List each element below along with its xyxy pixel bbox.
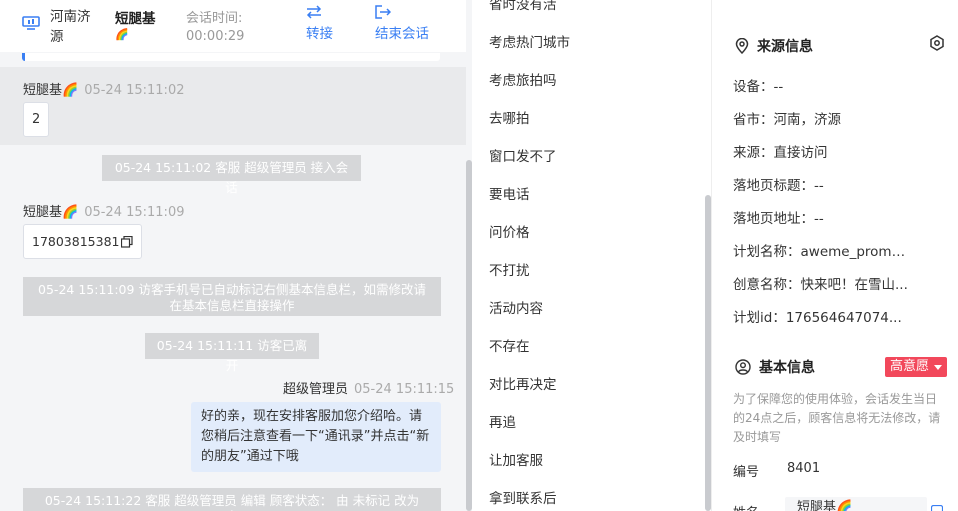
- message-time: 05-24 15:11:15: [354, 382, 455, 397]
- visitor-emoji: 🌈: [115, 28, 129, 41]
- transfer-icon: [306, 5, 322, 19]
- id-value: 8401: [787, 461, 821, 476]
- quick-reply-item[interactable]: 让加客服: [489, 449, 543, 469]
- info-landing-title: 落地页标题：--: [733, 178, 824, 194]
- quick-reply-item[interactable]: 再追: [489, 411, 516, 431]
- location-pin-icon: [735, 38, 749, 54]
- system-message: 05-24 15:11:09 访客手机号已自动标记右侧基本信息栏，如需修改请在基…: [23, 277, 441, 316]
- end-session-label: 结束会话: [375, 26, 429, 42]
- session-time-label: 会话时间:: [186, 11, 243, 26]
- info-origin: 来源：直接访问: [733, 145, 828, 161]
- info-creative-name: 创意名称：快来吧！在雪山...: [733, 277, 908, 293]
- message-sender: 短腿基🌈: [23, 83, 79, 98]
- transfer-label: 转接: [306, 26, 333, 42]
- system-message: 05-24 15:11:02 客服 超级管理员 接入会话: [102, 155, 361, 195]
- settings-hex-icon[interactable]: [929, 35, 945, 51]
- message-sender: 超级管理员: [283, 382, 349, 397]
- caret-down-icon: [934, 365, 942, 370]
- system-message: 05-24 15:11:11 访客已离开: [145, 333, 319, 373]
- quick-reply-panel: 省时没有活 考虑热门城市 考虑旅拍吗 去哪拍 窗口发不了 要电话 问价格 不打扰…: [472, 0, 712, 511]
- edit-notice: 为了保障您的使用体验，会话发生当日的24点之后，顾客信息将无法修改，请及时填写: [733, 392, 941, 444]
- visitor-name: 短腿基 🌈: [115, 10, 156, 42]
- logout-icon: [375, 5, 391, 19]
- message-time: 05-24 15:11:09: [84, 205, 185, 220]
- monitor-icon: [22, 16, 40, 30]
- quick-reply-item[interactable]: 拿到联系后: [489, 487, 557, 507]
- visitor-message-bubble: 2: [23, 102, 50, 137]
- transfer-button[interactable]: 转接: [306, 5, 333, 42]
- customer-info-panel: 来源信息 设备：-- 省市：河南，济源 来源：直接访问 落地页标题：-- 落地页…: [712, 0, 958, 511]
- message-text: 好的亲，现在安排客服加您介绍哈。请您稍后注意查看一下“通讯录”并点击“新的朋友”…: [201, 409, 430, 464]
- message-sender: 短腿基🌈: [23, 205, 79, 220]
- message-meta: 短腿基🌈 05-24 15:11:09: [23, 201, 184, 220]
- visitor-location: 河南济源: [50, 9, 91, 45]
- visitor-message-bubble: 17803815381: [23, 224, 143, 259]
- copy-icon[interactable]: [121, 235, 134, 248]
- info-plan-id: 计划id：176564647074...: [733, 310, 902, 326]
- quick-reply-item[interactable]: 不存在: [489, 335, 530, 355]
- basic-info-title: 基本信息: [735, 357, 815, 377]
- quick-reply-item[interactable]: 窗口发不了: [489, 145, 557, 165]
- app: 河南济源 短腿基 🌈 会话时间: 00:00:29 转接 结束会话 短腿基🌈 0…: [0, 0, 958, 511]
- message-time: 05-24 15:11:02: [84, 83, 185, 98]
- info-device: 设备：--: [733, 79, 784, 95]
- chat-panel: 河南济源 短腿基 🌈 会话时间: 00:00:29 转接 结束会话 短腿基🌈 0…: [0, 0, 472, 511]
- edit-icon[interactable]: [931, 505, 943, 511]
- name-field[interactable]: 短腿基🌈: [785, 497, 927, 511]
- system-message-text: 05-24 15:11:09 访客手机号已自动标记右侧基本信息栏，如需修改请在基…: [38, 282, 426, 313]
- user-circle-icon: [735, 359, 751, 375]
- info-landing-url: 落地页地址：--: [733, 211, 824, 227]
- id-label: 编号: [733, 465, 760, 480]
- visitor-name-text: 短腿基: [115, 11, 156, 27]
- system-message-text: 05-24 15:11:22 客服 超级管理员 编辑 顾客状态： 由 未标记 改…: [44, 493, 420, 511]
- intent-level-dropdown[interactable]: 高意愿: [885, 357, 947, 377]
- quick-reply-item[interactable]: 考虑热门城市: [489, 31, 570, 51]
- agent-message-bubble: 好的亲，现在安排客服加您介绍哈。请您稍后注意查看一下“通讯录”并点击“新的朋友”…: [191, 402, 441, 472]
- chat-header: 河南济源 短腿基 🌈 会话时间: 00:00:29 转接 结束会话: [0, 0, 466, 52]
- quick-reply-scrollbar[interactable]: [705, 195, 711, 511]
- name-label: 姓名: [733, 502, 759, 511]
- basic-info-title-text: 基本信息: [759, 360, 815, 376]
- message-text: 2: [32, 112, 41, 127]
- quick-reply-item[interactable]: 活动内容: [489, 297, 543, 317]
- quick-reply-item[interactable]: 去哪拍: [489, 107, 530, 127]
- header-collapse-strip: [22, 53, 440, 61]
- message-meta: 短腿基🌈 05-24 15:11:02: [23, 79, 184, 98]
- session-time: 00:00:29: [186, 29, 245, 44]
- quick-reply-item[interactable]: 考虑旅拍吗: [489, 69, 557, 89]
- system-message: 05-24 15:11:22 客服 超级管理员 编辑 顾客状态： 由 未标记 改…: [23, 488, 441, 511]
- quick-reply-item[interactable]: 要电话: [489, 183, 530, 203]
- quick-reply-item[interactable]: 问价格: [489, 221, 530, 241]
- message-meta: 超级管理员 05-24 15:11:15: [283, 378, 454, 397]
- info-province-city: 省市：河南，济源: [733, 112, 841, 128]
- system-message-text: 05-24 15:11:11 访客已离开: [156, 338, 308, 373]
- source-info-title-text: 来源信息: [757, 39, 813, 55]
- source-info-title: 来源信息: [735, 36, 813, 56]
- info-plan-name: 计划名称：aweme_promot...: [733, 244, 913, 260]
- end-session-button[interactable]: 结束会话: [375, 5, 429, 42]
- quick-reply-item[interactable]: 省时没有活: [489, 0, 557, 13]
- system-message-text: 05-24 15:11:02 客服 超级管理员 接入会话: [114, 160, 349, 195]
- quick-reply-item[interactable]: 对比再决定: [489, 373, 557, 393]
- quick-reply-item[interactable]: 不打扰: [489, 259, 530, 279]
- intent-level-label: 高意愿: [890, 359, 930, 374]
- message-text: 17803815381: [32, 234, 120, 249]
